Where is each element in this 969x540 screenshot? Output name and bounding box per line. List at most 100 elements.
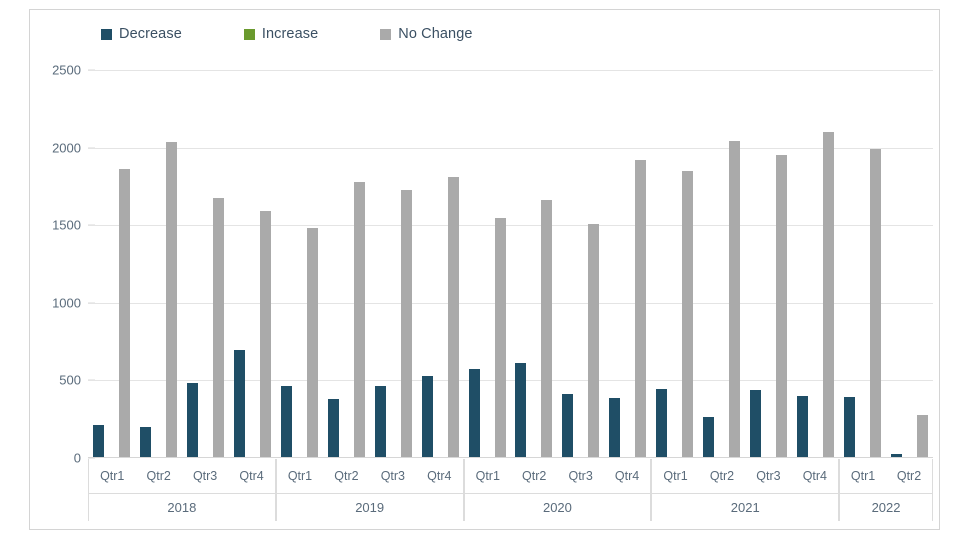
bar-no-change[interactable] — [494, 218, 506, 458]
bar-no-change[interactable] — [682, 170, 694, 458]
bar-increase[interactable] — [857, 200, 868, 458]
bar-decrease[interactable] — [421, 375, 433, 458]
y-axis: 0 500 1000 1500 2000 2500 — [29, 63, 95, 466]
quarter-label-row: Qtr1 Qtr2 Qtr3 Qtr4 — [277, 459, 463, 493]
bar-no-change[interactable] — [776, 155, 788, 458]
bar-increase[interactable] — [763, 339, 774, 459]
x-axis-quarter-label: Qtr4 — [239, 469, 264, 483]
x-axis-year-label: 2021 — [652, 493, 839, 521]
y-axis-tick-label: 2000 — [52, 140, 81, 156]
bar-no-change[interactable] — [870, 149, 882, 458]
quarter-bar-group — [417, 70, 464, 458]
quarter-bar-group — [745, 70, 792, 458]
legend-item[interactable]: Decrease — [101, 26, 182, 42]
bar-increase[interactable] — [904, 444, 915, 458]
bar-decrease[interactable] — [186, 382, 198, 458]
quarter-bar-group — [276, 70, 323, 458]
bar-decrease[interactable] — [468, 368, 480, 458]
x-axis-quarter-label: Qtr3 — [756, 469, 781, 483]
bar-no-change[interactable] — [400, 189, 412, 458]
chart-legend: Decrease Increase No Change — [29, 22, 940, 46]
legend-swatch-icon — [101, 28, 112, 40]
bar-no-change[interactable] — [823, 132, 835, 458]
bar-increase[interactable] — [669, 271, 680, 458]
y-axis-tick-label: 1000 — [52, 295, 81, 311]
bar-increase[interactable] — [435, 337, 446, 458]
quarter-bar-group — [792, 70, 839, 458]
bar-decrease[interactable] — [139, 426, 151, 458]
x-axis-quarter-label: Qtr2 — [709, 469, 735, 483]
quarter-bar-group — [88, 70, 135, 458]
quarter-bar-group — [511, 70, 558, 458]
bar-increase[interactable] — [247, 351, 258, 458]
bar-decrease[interactable] — [562, 393, 574, 458]
bar-no-change[interactable] — [729, 140, 741, 458]
x-axis-quarter-label: Qtr4 — [614, 469, 640, 483]
bar-no-change[interactable] — [306, 227, 318, 458]
bar-decrease[interactable] — [844, 397, 856, 458]
bar-decrease[interactable] — [750, 389, 762, 458]
year-group-2020: Qtr1 Qtr2 Qtr3 Qtr4 2020 — [463, 459, 652, 521]
quarter-label-row: Qtr1 Qtr2 Qtr3 Qtr4 — [89, 459, 275, 493]
x-axis-year-label: 2022 — [840, 493, 932, 521]
category-axis: Qtr1 Qtr2 Qtr3 Qtr4 2018 Qtr1 Qtr2 Qtr3 Qtr4 2019… — [88, 459, 933, 521]
x-axis-year-label: 2018 — [89, 493, 275, 521]
bar-no-change[interactable] — [447, 177, 459, 458]
bar-decrease[interactable] — [797, 395, 809, 458]
y-axis-tick-label: 500 — [59, 372, 81, 388]
quarter-bar-group — [229, 70, 276, 458]
year-group-2022: Qtr1 Qtr2 2022 — [839, 459, 933, 521]
legend-swatch-icon — [380, 28, 392, 40]
bar-increase[interactable] — [106, 298, 117, 458]
bar-increase[interactable] — [528, 363, 539, 458]
x-axis-year-label: 2019 — [276, 493, 463, 521]
x-axis-baseline — [88, 457, 933, 458]
bar-no-change[interactable] — [165, 142, 177, 458]
bar-decrease[interactable] — [233, 350, 245, 458]
bar-no-change[interactable] — [259, 211, 271, 458]
bar-increase[interactable] — [388, 346, 399, 458]
bar-no-change[interactable] — [353, 181, 365, 458]
quarter-bar-group — [464, 70, 511, 458]
bar-decrease[interactable] — [327, 399, 339, 458]
bar-no-change[interactable] — [541, 200, 553, 458]
bars-layer — [88, 70, 933, 458]
bar-increase[interactable] — [341, 281, 352, 458]
bar-increase[interactable] — [153, 342, 164, 458]
bar-decrease[interactable] — [280, 385, 292, 458]
x-axis-quarter-label: Qtr4 — [802, 469, 828, 483]
bar-no-change[interactable] — [635, 160, 647, 458]
bar-increase[interactable] — [810, 328, 821, 458]
bar-decrease[interactable] — [609, 398, 621, 458]
x-axis-quarter-label: Qtr1 — [287, 469, 313, 483]
legend-item[interactable]: Increase — [243, 26, 318, 42]
bar-increase[interactable] — [575, 356, 586, 458]
bar-decrease[interactable] — [656, 388, 668, 458]
bar-decrease[interactable] — [515, 362, 527, 458]
bar-increase[interactable] — [716, 304, 727, 458]
quarter-bar-group — [323, 70, 370, 458]
legend-item[interactable]: No Change — [380, 26, 472, 42]
bar-decrease[interactable] — [374, 385, 386, 458]
bar-decrease[interactable] — [703, 416, 715, 458]
year-group-2021: Qtr1 Qtr2 Qtr3 Qtr4 2021 — [651, 459, 840, 521]
x-axis-quarter-label: Qtr1 — [850, 469, 876, 483]
bar-decrease[interactable] — [92, 424, 104, 458]
bar-increase[interactable] — [482, 281, 493, 458]
bar-no-change[interactable] — [212, 198, 224, 458]
x-axis-quarter-label: Qtr3 — [380, 469, 406, 483]
bar-no-change[interactable] — [118, 168, 130, 458]
quarter-bar-group — [135, 70, 182, 458]
quarter-bar-group — [370, 70, 417, 458]
quarter-label-row: Qtr1 Qtr2 Qtr3 Qtr4 — [652, 459, 838, 493]
year-group-2019: Qtr1 Qtr2 Qtr3 Qtr4 2019 — [275, 459, 464, 521]
quarter-bar-group — [886, 70, 933, 458]
quarter-bar-group — [698, 70, 745, 458]
bar-increase[interactable] — [200, 360, 211, 458]
bar-no-change[interactable] — [588, 224, 600, 458]
y-axis-tick-label: 2500 — [52, 62, 81, 78]
bar-increase[interactable] — [294, 208, 305, 458]
bar-increase[interactable] — [622, 363, 633, 458]
bar-no-change[interactable] — [917, 414, 929, 458]
year-group-2018: Qtr1 Qtr2 Qtr3 Qtr4 2018 — [88, 459, 276, 521]
